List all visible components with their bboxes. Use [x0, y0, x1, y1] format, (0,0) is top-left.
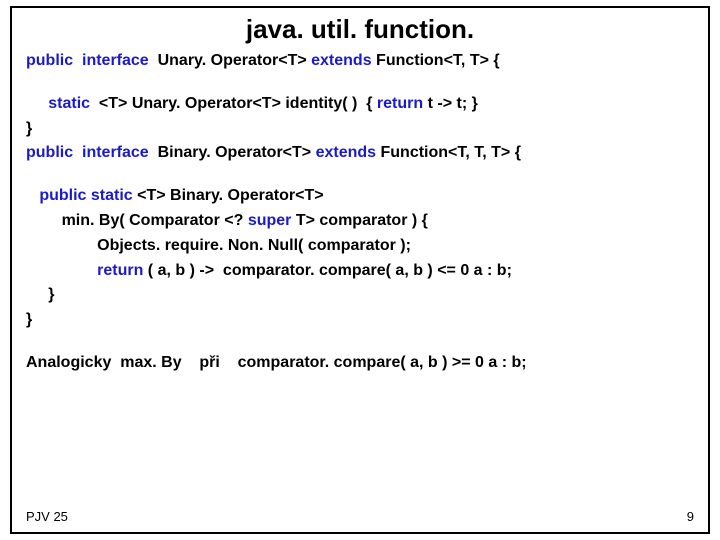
- code-text: Binary. Operator<T>: [149, 144, 316, 161]
- code-line: Analogicky max. By při comparator. compa…: [26, 351, 694, 376]
- spacer: [26, 74, 694, 92]
- keyword-public: public: [39, 187, 86, 204]
- keyword-interface: interface: [82, 52, 149, 69]
- code-line: public interface Binary. Operator<T> ext…: [26, 141, 694, 166]
- keyword-public: public: [26, 52, 73, 69]
- page-number: 9: [687, 509, 694, 524]
- footer-label: PJV 25: [26, 509, 68, 524]
- keyword-static: static: [91, 187, 133, 204]
- code-text: <T> Unary. Operator<T> identity( ) {: [90, 95, 377, 112]
- code-line: }: [26, 283, 694, 308]
- keyword-extends: extends: [311, 52, 371, 69]
- code-line: static <T> Unary. Operator<T> identity( …: [26, 92, 694, 117]
- spacer: [26, 333, 694, 351]
- code-text: T> comparator ) {: [291, 212, 427, 229]
- code-text: Unary. Operator<T>: [149, 52, 311, 69]
- code-text: [26, 262, 97, 279]
- code-text: Function<T, T, T> {: [376, 144, 521, 161]
- keyword-super: super: [248, 212, 292, 229]
- spacer: [26, 166, 694, 184]
- code-line: public static <T> Binary. Operator<T>: [26, 184, 694, 209]
- keyword-return: return: [377, 95, 423, 112]
- code-line: Objects. require. Non. Null( comparator …: [26, 234, 694, 259]
- code-line: min. By( Comparator <? super T> comparat…: [26, 209, 694, 234]
- code-line: }: [26, 117, 694, 142]
- code-text: Function<T, T> {: [372, 52, 500, 69]
- keyword-public: public: [26, 144, 73, 161]
- code-line: }: [26, 308, 694, 333]
- slide-title: java. util. function.: [26, 14, 694, 45]
- code-text: ( a, b ) -> comparator. compare( a, b ) …: [143, 262, 512, 279]
- code-text: min. By( Comparator <?: [26, 212, 248, 229]
- code-text: t -> t; }: [423, 95, 478, 112]
- keyword-static: static: [48, 95, 90, 112]
- code-text: <T> Binary. Operator<T>: [133, 187, 324, 204]
- keyword-return: return: [97, 262, 143, 279]
- code-line: return ( a, b ) -> comparator. compare( …: [26, 259, 694, 284]
- keyword-interface: interface: [82, 144, 149, 161]
- slide-frame: java. util. function. public interface U…: [10, 6, 710, 534]
- keyword-extends: extends: [316, 144, 376, 161]
- code-line: public interface Unary. Operator<T> exte…: [26, 49, 694, 74]
